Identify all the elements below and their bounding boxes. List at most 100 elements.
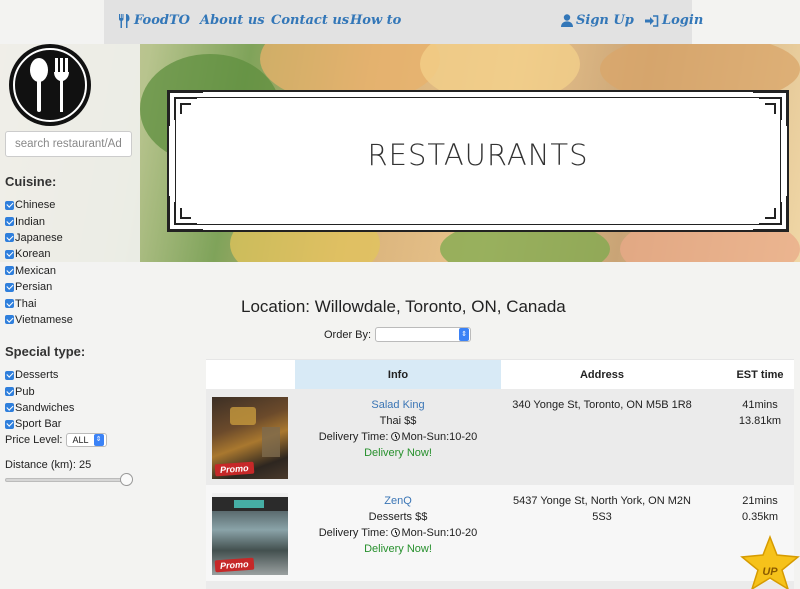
site-logo[interactable]: [9, 44, 91, 126]
cuisine-option[interactable]: Persian: [5, 279, 73, 295]
cuisine-label: Thai: [15, 297, 37, 310]
checkbox-checked-icon[interactable]: [5, 315, 14, 325]
restaurant-category: Desserts $$: [368, 511, 428, 523]
spoon-fork-icon: [30, 58, 69, 112]
nav-contact-link[interactable]: Contact us: [271, 13, 349, 28]
distance-label: Distance (km): 25: [5, 459, 92, 471]
column-est-time[interactable]: EST time: [726, 360, 794, 390]
cuisine-label: Persian: [15, 281, 53, 294]
special-type-title: Special type:: [5, 344, 86, 359]
est-time-cell: 41mins 13.81km: [726, 397, 794, 429]
special-type-option[interactable]: Pub: [5, 383, 74, 399]
cuisine-option[interactable]: Thai: [5, 295, 73, 311]
restaurant-category: Thai $$: [379, 415, 417, 427]
checkbox-checked-icon[interactable]: [5, 419, 14, 429]
restaurant-photo[interactable]: Promo: [212, 397, 288, 479]
corner-ornament-icon: [168, 91, 203, 126]
checkbox-checked-icon[interactable]: [5, 403, 14, 413]
location-heading: Location: Willowdale, Toronto, ON, Canad…: [241, 297, 566, 316]
price-level-select[interactable]: ALL ⇕: [66, 433, 107, 447]
distance-slider-thumb[interactable]: [120, 473, 133, 486]
cuisine-label: Japanese: [15, 231, 63, 244]
special-type-label: Pub: [15, 385, 35, 398]
cuisine-option[interactable]: Japanese: [5, 230, 73, 246]
nav-howto-link[interactable]: How to: [350, 13, 401, 28]
corner-ornament-icon: [753, 91, 788, 126]
cuisine-option[interactable]: Chinese: [5, 197, 73, 213]
special-type-option[interactable]: Sandwiches: [5, 400, 74, 416]
cuisine-label: Korean: [15, 248, 51, 261]
login-label: Login: [662, 13, 704, 28]
price-level-row: Price Level: ALL ⇕: [5, 433, 107, 447]
table-row[interactable]: Promo ZenQ Desserts $$ Delivery Time: Mo…: [206, 485, 794, 581]
est-time-cell: 21mins 0.35km: [726, 493, 794, 525]
checkbox-checked-icon[interactable]: [5, 233, 14, 243]
promo-badge: Promo: [214, 557, 254, 573]
checkbox-checked-icon[interactable]: [5, 370, 14, 380]
nav-about-link[interactable]: About us: [200, 13, 265, 28]
cuisine-option[interactable]: Mexican: [5, 263, 73, 279]
restaurant-name-link[interactable]: ZenQ: [295, 493, 501, 509]
delivery-time-label: Delivery Time:: [318, 431, 389, 443]
delivery-time-label: Delivery Time:: [318, 527, 389, 539]
cuisine-option[interactable]: Indian: [5, 213, 73, 229]
order-by-select[interactable]: ⇕: [375, 327, 472, 342]
special-type-label: Sandwiches: [15, 401, 75, 414]
cuisine-list: Chinese Indian Japanese Korean Mexican P…: [5, 197, 73, 328]
delivery-now-status: Delivery Now!: [364, 447, 432, 459]
user-icon: [561, 14, 573, 27]
delivery-now-status: Delivery Now!: [364, 543, 432, 555]
checkbox-checked-icon[interactable]: [5, 249, 14, 259]
special-type-list: Desserts Pub Sandwiches Sport Bar: [5, 367, 74, 433]
top-nav: FoodTO About us Contact us How to Sign U…: [104, 0, 703, 44]
column-address[interactable]: Address: [502, 360, 702, 390]
search-input[interactable]: [5, 131, 132, 157]
select-arrows-icon: ⇕: [93, 434, 104, 446]
clock-icon: [391, 528, 401, 537]
table-row: [206, 581, 794, 589]
cuisine-option[interactable]: Vietnamese: [5, 312, 73, 328]
table-header: Info Address EST time: [206, 359, 794, 390]
clock-icon: [391, 432, 401, 441]
special-type-option[interactable]: Desserts: [5, 367, 74, 383]
nav-brand-label: FoodTO: [134, 13, 190, 28]
checkbox-checked-icon[interactable]: [5, 387, 14, 397]
checkbox-checked-icon[interactable]: [5, 200, 14, 210]
restaurant-name-link[interactable]: Salad King: [295, 397, 501, 413]
table-row[interactable]: Promo Salad King Thai $$ Delivery Time: …: [206, 389, 794, 485]
checkbox-checked-icon[interactable]: [5, 217, 14, 227]
checkbox-checked-icon[interactable]: [5, 299, 14, 309]
restaurant-info: ZenQ Desserts $$ Delivery Time: Mon-Sun:…: [295, 493, 501, 557]
scroll-to-top-star-icon[interactable]: UP: [740, 535, 800, 589]
est-minutes: 41mins: [742, 399, 778, 411]
delivery-time: Delivery Time: Mon-Sun:10-20: [295, 525, 501, 541]
cuisine-label: Indian: [15, 215, 45, 228]
signup-label: Sign Up: [576, 13, 634, 28]
cuisine-label: Vietnamese: [15, 313, 73, 326]
checkbox-checked-icon[interactable]: [5, 266, 14, 276]
special-type-option[interactable]: Sport Bar: [5, 416, 74, 432]
delivery-hours: Mon-Sun:10-20: [401, 527, 478, 539]
corner-ornament-icon: [168, 196, 203, 231]
cuisine-option[interactable]: Korean: [5, 246, 73, 262]
special-type-label: Desserts: [15, 369, 59, 382]
distance-slider-track[interactable]: [5, 478, 129, 482]
restaurant-photo[interactable]: Promo: [212, 493, 288, 575]
est-minutes: 21mins: [742, 495, 778, 507]
checkbox-checked-icon[interactable]: [5, 282, 14, 292]
order-by-row: Order By: ⇕: [324, 327, 472, 342]
restaurant-address: 340 Yonge St, Toronto, ON M5B 1R8: [512, 399, 692, 411]
nav-signup-link[interactable]: Sign Up: [561, 13, 634, 28]
column-info[interactable]: Info: [295, 360, 501, 390]
special-type-label: Sport Bar: [15, 418, 62, 431]
cuisine-title: Cuisine:: [5, 174, 57, 189]
banner-title: RESTAURANTS: [367, 138, 589, 172]
nav-login-link[interactable]: Login: [645, 13, 703, 28]
restaurant-info: Salad King Thai $$ Delivery Time: Mon-Su…: [295, 397, 501, 461]
delivery-hours: Mon-Sun:10-20: [401, 431, 478, 443]
select-arrows-icon: ⇕: [459, 328, 470, 341]
price-level-label: Price Level:: [5, 434, 63, 446]
delivery-time: Delivery Time: Mon-Sun:10-20: [295, 429, 501, 445]
login-icon: [645, 14, 659, 27]
nav-brand-link[interactable]: FoodTO: [118, 13, 190, 28]
